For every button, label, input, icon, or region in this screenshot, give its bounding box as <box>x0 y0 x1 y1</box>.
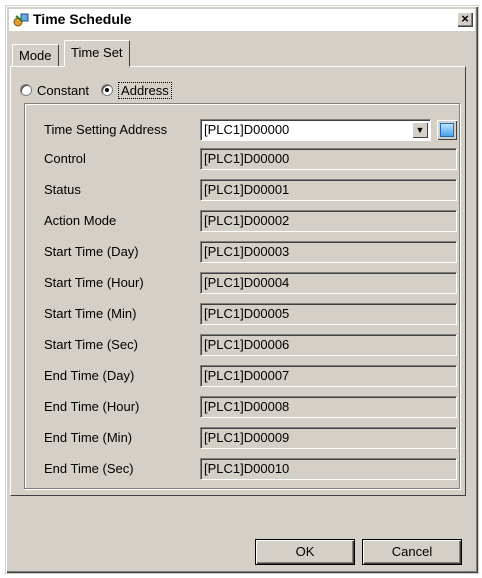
constant-radio[interactable] <box>20 84 32 96</box>
source-radio-group: Constant Address <box>20 80 184 100</box>
row-label: Start Time (Sec) <box>44 337 138 352</box>
row-address-field: [PLC1]D00007 <box>200 365 457 387</box>
row-label: Control <box>44 151 86 166</box>
row-address-field: [PLC1]D00005 <box>200 303 457 325</box>
address-radio[interactable] <box>101 84 114 96</box>
row-address-field: [PLC1]D00006 <box>200 334 457 356</box>
row-label: End Time (Hour) <box>44 399 140 414</box>
row-label: Start Time (Day) <box>44 244 139 259</box>
chevron-down-icon[interactable]: ▼ <box>412 122 428 138</box>
time-setting-address-combo[interactable]: [PLC1]D00000 ▼ <box>200 119 431 141</box>
row-label: End Time (Sec) <box>44 461 134 476</box>
row-label: End Time (Min) <box>44 430 133 445</box>
row-label: Start Time (Min) <box>44 306 137 321</box>
constant-radio-label[interactable]: Constant <box>37 83 89 98</box>
tab-mode[interactable]: Mode <box>12 44 59 66</box>
keypad-icon <box>440 123 454 137</box>
title-bar: Time Schedule × <box>9 9 475 31</box>
time-setting-address-label: Time Setting Address <box>44 122 168 137</box>
cancel-button[interactable]: Cancel <box>362 539 462 565</box>
time-setting-address-value: [PLC1]D00000 <box>204 122 290 137</box>
tab-time-set[interactable]: Time Set <box>64 40 130 67</box>
row-label: Start Time (Hour) <box>44 275 144 290</box>
row-label: Status <box>44 182 81 197</box>
address-radio-label[interactable]: Address <box>118 81 172 99</box>
app-icon <box>13 13 29 27</box>
row-label: End Time (Day) <box>44 368 135 383</box>
address-input-button[interactable] <box>437 120 457 140</box>
row-address-field: [PLC1]D00008 <box>200 396 457 418</box>
ok-button[interactable]: OK <box>255 539 355 565</box>
row-address-field: [PLC1]D00010 <box>200 458 457 480</box>
row-address-field: [PLC1]D00002 <box>200 210 457 232</box>
close-button[interactable]: × <box>457 12 473 27</box>
row-label: Action Mode <box>44 213 117 228</box>
row-address-field: [PLC1]D00001 <box>200 179 457 201</box>
row-address-field: [PLC1]D00003 <box>200 241 457 263</box>
row-address-field: [PLC1]D00009 <box>200 427 457 449</box>
row-address-field: [PLC1]D00004 <box>200 272 457 294</box>
row-address-field: [PLC1]D00000 <box>200 148 457 170</box>
window-title: Time Schedule <box>33 11 132 27</box>
